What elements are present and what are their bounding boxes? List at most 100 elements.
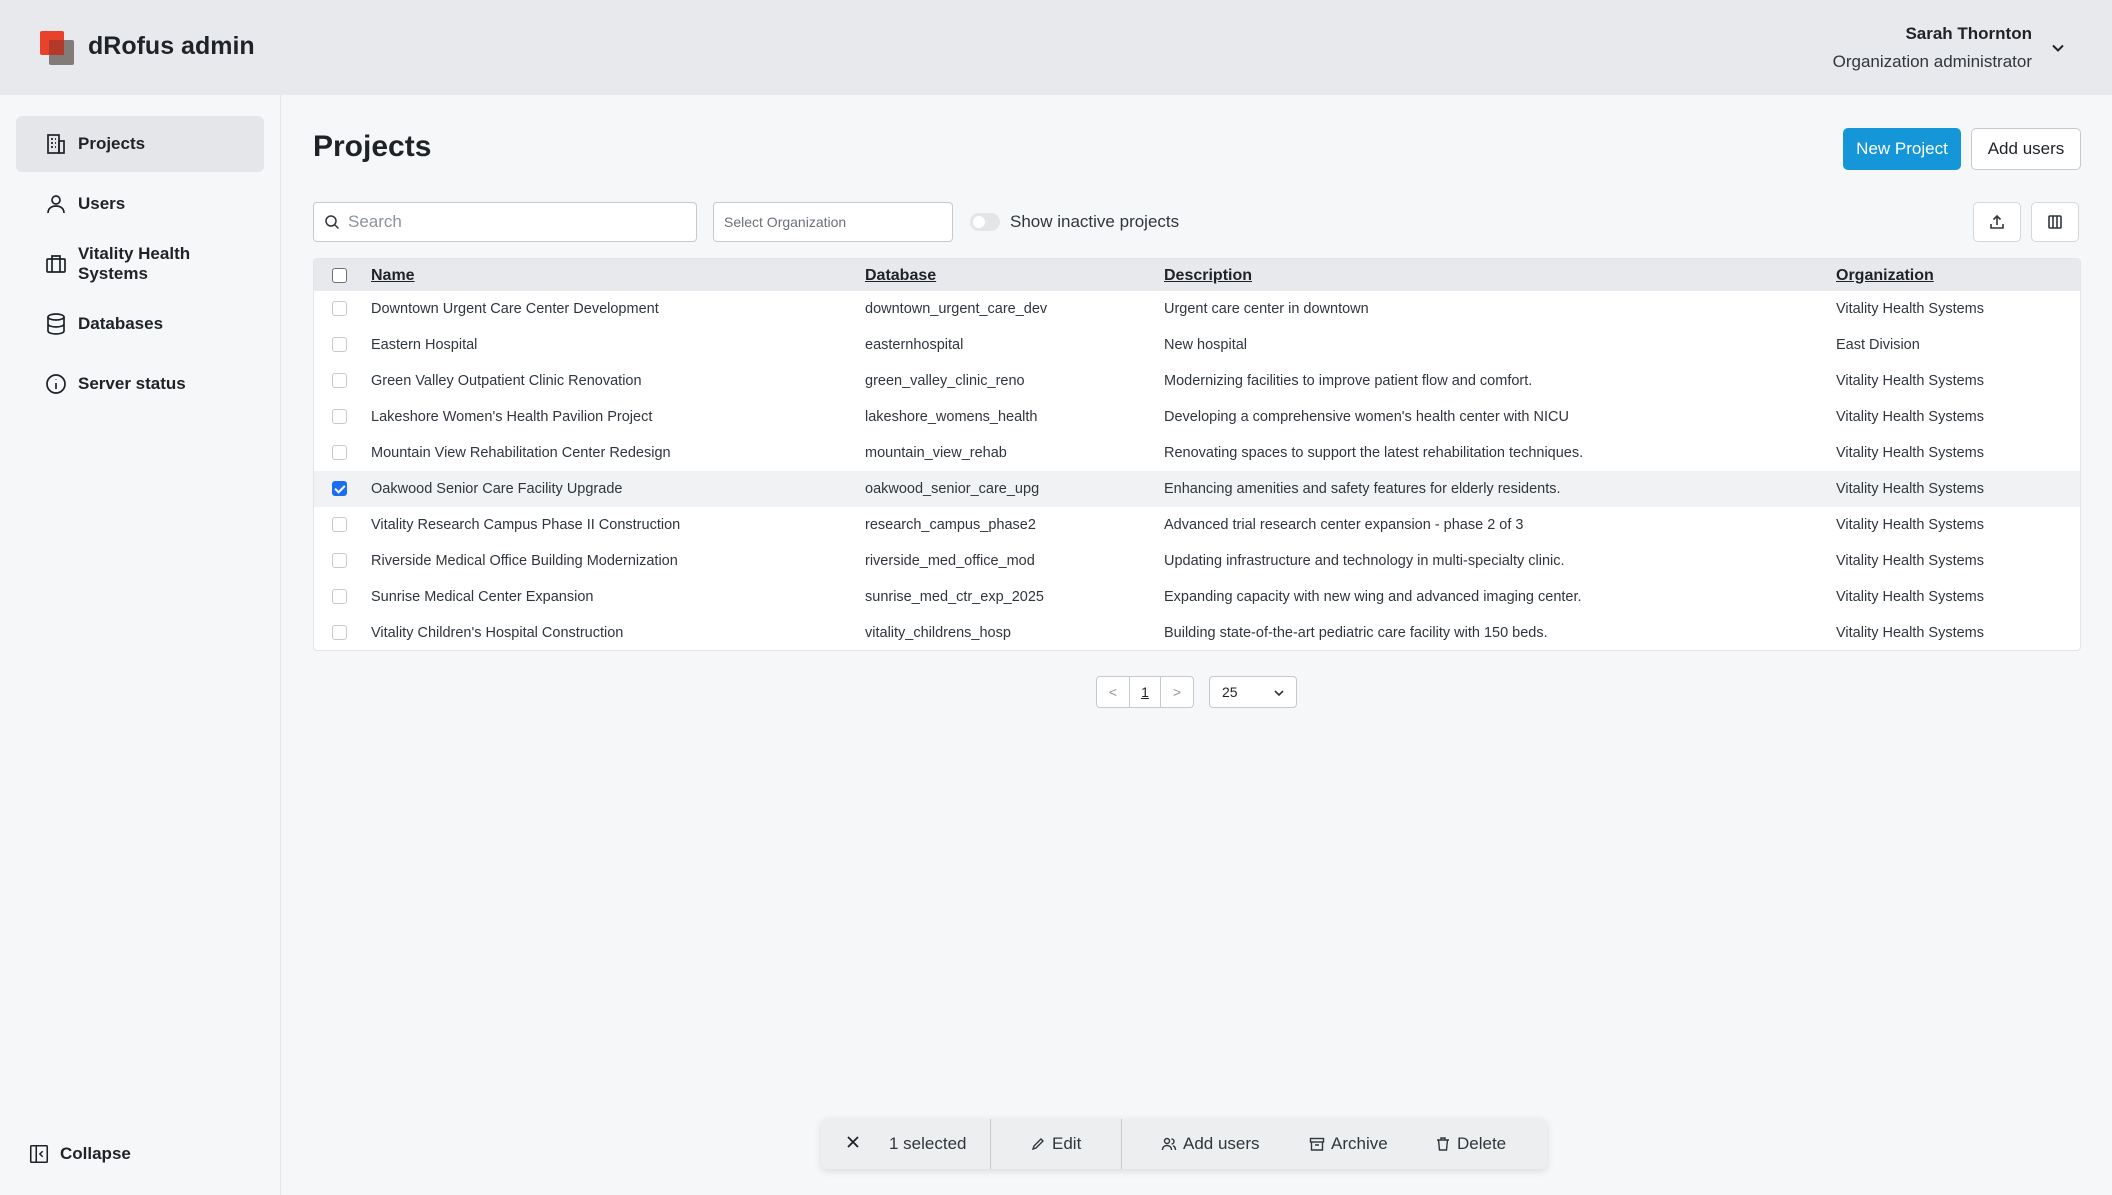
next-page-button[interactable]: >	[1161, 677, 1193, 707]
sidebar-item-databases[interactable]: Databases	[16, 296, 264, 352]
trash-icon	[1437, 1137, 1449, 1151]
table-header: Name Database Description Organization	[314, 259, 2080, 291]
edit-label: Edit	[1052, 1134, 1082, 1153]
cell-description: Updating infrastructure and technology i…	[1164, 553, 1565, 569]
table-row[interactable]: Green Valley Outpatient Clinic Renovatio…	[314, 363, 2080, 399]
column-header-name[interactable]: Name	[371, 267, 415, 285]
cell-name: Oakwood Senior Care Facility Upgrade	[371, 481, 623, 497]
column-header-database[interactable]: Database	[865, 267, 936, 285]
collapse-label: Collapse	[60, 1144, 131, 1163]
search-icon	[325, 215, 340, 230]
table-row[interactable]: Vitality Research Campus Phase II Constr…	[314, 507, 2080, 543]
collapse-button[interactable]: Collapse	[28, 1143, 131, 1165]
cell-organization: Vitality Health Systems	[1836, 625, 1985, 641]
column-header-description[interactable]: Description	[1164, 267, 1252, 285]
row-checkbox[interactable]	[332, 517, 347, 532]
cell-organization: East Division	[1836, 337, 1920, 353]
table-row[interactable]: Riverside Medical Office Building Modern…	[314, 543, 2080, 579]
new-project-button[interactable]: New Project	[1843, 128, 1961, 170]
sidebar-item-organization[interactable]: Vitality Health Systems	[16, 236, 264, 292]
cell-database: oakwood_senior_care_upg	[865, 481, 1040, 497]
organization-select[interactable]: Select Organization	[713, 202, 953, 242]
cell-database: downtown_urgent_care_dev	[865, 301, 1048, 317]
search-input[interactable]	[348, 212, 678, 232]
delete-button[interactable]: Delete	[1435, 1134, 1506, 1154]
add-users-action-button[interactable]: Add users	[1161, 1134, 1260, 1154]
cell-description: Advanced trial research center expansion…	[1164, 517, 1524, 533]
cell-database: research_campus_phase2	[865, 517, 1036, 533]
table-row[interactable]: Sunrise Medical Center Expansion sunrise_…	[314, 579, 2080, 615]
divider	[990, 1119, 991, 1169]
cell-name: Eastern Hospital	[371, 337, 478, 353]
close-icon	[847, 1136, 859, 1148]
clear-selection-button[interactable]	[845, 1134, 867, 1150]
cell-name: Riverside Medical Office Building Modern…	[371, 553, 678, 569]
briefcase-icon	[46, 255, 66, 273]
row-checkbox[interactable]	[332, 445, 347, 460]
table-row[interactable]: Downtown Urgent Care Center Development d…	[314, 291, 2080, 327]
cell-description: Urgent care center in downtown	[1164, 301, 1369, 317]
collapse-icon	[29, 1144, 49, 1164]
chevron-down-icon	[1274, 690, 1284, 697]
add-users-button[interactable]: Add users	[1971, 128, 2081, 170]
row-checkbox[interactable]	[332, 589, 347, 604]
row-checkbox[interactable]	[332, 409, 347, 424]
cell-description: Expanding capacity with new wing and adv…	[1164, 589, 1582, 605]
cell-organization: Vitality Health Systems	[1836, 373, 1985, 389]
chevron-down-icon[interactable]	[2048, 38, 2068, 58]
projects-table: Name Database Description Organization D…	[313, 258, 2081, 651]
cell-database: green_valley_clinic_reno	[865, 373, 1025, 389]
prev-page-button[interactable]: <	[1097, 677, 1129, 707]
upload-icon	[1990, 214, 2004, 229]
select-all-checkbox[interactable]	[332, 268, 347, 283]
row-checkbox[interactable]	[332, 625, 347, 640]
sidebar-item-label: Users	[78, 194, 126, 213]
row-checkbox[interactable]	[332, 373, 347, 388]
building-icon	[47, 134, 65, 154]
cell-database: riverside_med_office_mod	[865, 553, 1035, 569]
sidebar-item-projects[interactable]: Projects	[16, 116, 264, 172]
export-button[interactable]	[1973, 202, 2021, 242]
search-box[interactable]	[313, 202, 697, 242]
cell-database: sunrise_med_ctr_exp_2025	[865, 589, 1044, 605]
sidebar-item-server-status[interactable]: Server status	[16, 356, 264, 412]
table-row[interactable]: Vitality Children's Hospital Constructio…	[314, 615, 2080, 650]
table-row[interactable]: Lakeshore Women's Health Pavilion Projec…	[314, 399, 2080, 435]
cell-name: Lakeshore Women's Health Pavilion Projec…	[371, 409, 653, 425]
archive-button[interactable]: Archive	[1309, 1134, 1388, 1154]
delete-label: Delete	[1457, 1134, 1507, 1153]
row-checkbox[interactable]	[332, 481, 347, 496]
cell-description: Building state-of-the-art pediatric care…	[1164, 625, 1548, 641]
cell-name: Vitality Children's Hospital Constructio…	[371, 625, 624, 641]
sidebar-item-users[interactable]: Users	[16, 176, 264, 232]
page-number[interactable]: 1	[1129, 677, 1161, 707]
show-inactive-toggle[interactable]: Show inactive projects	[970, 212, 1179, 232]
cell-organization: Vitality Health Systems	[1836, 589, 1985, 605]
pencil-icon	[1031, 1138, 1044, 1151]
columns-button[interactable]	[2031, 202, 2079, 242]
cell-name: Downtown Urgent Care Center Development	[371, 301, 659, 317]
cell-organization: Vitality Health Systems	[1836, 445, 1985, 461]
cell-description: Enhancing amenities and safety features …	[1164, 481, 1561, 497]
sidebar: Projects Users Vitality Health Systems D…	[0, 95, 281, 1195]
cell-organization: Vitality Health Systems	[1836, 409, 1985, 425]
cell-database: lakeshore_womens_health	[865, 409, 1038, 425]
row-checkbox[interactable]	[332, 301, 347, 316]
row-checkbox[interactable]	[332, 553, 347, 568]
cell-database: mountain_view_rehab	[865, 445, 1007, 461]
sidebar-item-label: Projects	[78, 134, 146, 153]
cell-organization: Vitality Health Systems	[1836, 301, 1985, 317]
edit-button[interactable]: Edit	[1030, 1134, 1081, 1154]
cell-name: Green Valley Outpatient Clinic Renovatio…	[371, 373, 642, 389]
info-icon	[46, 374, 66, 394]
user-name[interactable]: Sarah Thornton	[1905, 24, 2032, 44]
row-checkbox[interactable]	[332, 337, 347, 352]
table-row[interactable]: Oakwood Senior Care Facility Upgrade oakw…	[314, 471, 2080, 507]
column-header-organization[interactable]: Organization	[1836, 267, 1934, 285]
columns-icon	[2048, 215, 2062, 229]
page-size-select[interactable]: 25	[1209, 676, 1297, 708]
cell-organization: Vitality Health Systems	[1836, 517, 1985, 533]
table-row[interactable]: Eastern Hospital easternhospital New hospi…	[314, 327, 2080, 363]
toggle-switch[interactable]	[970, 213, 1000, 231]
table-row[interactable]: Mountain View Rehabilitation Center Rede…	[314, 435, 2080, 471]
